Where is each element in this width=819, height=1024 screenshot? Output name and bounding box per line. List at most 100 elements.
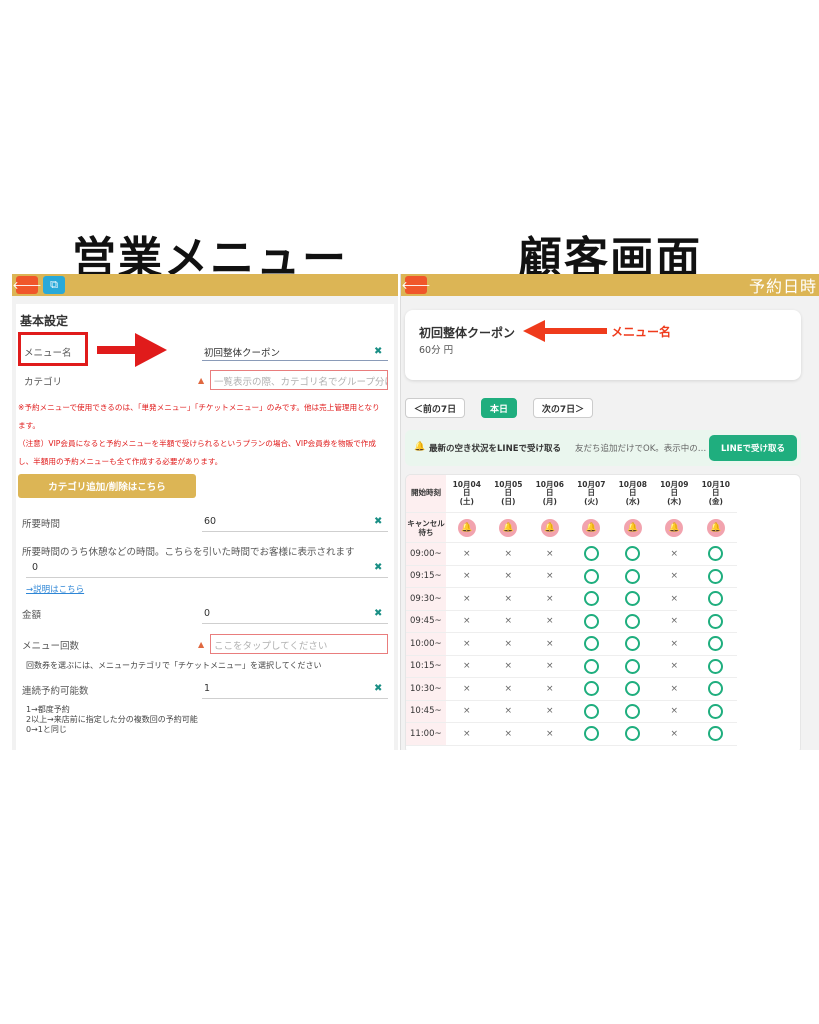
available-circle-icon [708, 591, 724, 607]
price-underline [202, 623, 388, 624]
slot-available[interactable] [570, 611, 612, 633]
explanation-link[interactable]: →説明はこちら [26, 583, 84, 595]
slot-unavailable: × [653, 701, 695, 723]
slot-available[interactable] [570, 543, 612, 566]
slot-unavailable: × [653, 566, 695, 588]
slot-available[interactable] [570, 566, 612, 588]
available-circle-icon [708, 568, 724, 584]
slot-available[interactable] [612, 723, 654, 746]
available-circle-icon [583, 726, 599, 742]
line-receive-button[interactable]: LINEで受け取る [709, 435, 797, 461]
cancel-wait-cell[interactable]: 🔔 [446, 513, 488, 543]
available-circle-icon [708, 613, 724, 629]
slot-available[interactable] [695, 701, 737, 723]
slot-available[interactable] [695, 611, 737, 633]
cancel-wait-cell[interactable]: 🔔 [529, 513, 571, 543]
consecutive-input[interactable]: 1 [204, 683, 210, 694]
slot-available[interactable] [612, 611, 654, 633]
price-label: 金額 [22, 610, 42, 621]
cancel-wait-cell[interactable]: 🔔 [570, 513, 612, 543]
back-button[interactable]: 🡐 [12, 276, 42, 294]
slot-available[interactable] [612, 701, 654, 723]
slot-unavailable: × [529, 678, 571, 701]
slot-available[interactable] [695, 543, 737, 566]
slot-available[interactable] [695, 723, 737, 746]
slot-available[interactable] [570, 723, 612, 746]
slot-available[interactable] [570, 678, 612, 701]
slot-unavailable: × [487, 701, 529, 723]
slot-unavailable: × [487, 566, 529, 588]
slot-unavailable: × [446, 701, 488, 723]
break-time-label: 所要時間のうち休憩などの時間。こちらを引いた時間でお客様に表示されます [22, 547, 355, 558]
slot-available[interactable] [695, 678, 737, 701]
available-circle-icon [625, 568, 641, 584]
available-circle-icon [583, 703, 599, 719]
slot-available[interactable] [612, 566, 654, 588]
slot-available[interactable] [612, 656, 654, 678]
slot-available[interactable] [570, 633, 612, 656]
copy-button[interactable]: ⧉ [43, 276, 65, 294]
day-header: 10月06 日 (月) [529, 475, 571, 513]
menu-count-input[interactable]: ここをタップしてください [210, 634, 388, 654]
note-line-4: し、半額用の予約メニューも全て作成する必要があります。 [18, 457, 223, 466]
slot-available[interactable] [612, 588, 654, 611]
category-input[interactable]: 一覧表示の際、カテゴリ名でグループ分け [210, 370, 388, 390]
slot-available[interactable] [695, 566, 737, 588]
cancel-wait-cell[interactable]: 🔔 [487, 513, 529, 543]
available-circle-icon [708, 681, 724, 697]
time-label: 09:00~ [406, 543, 446, 566]
note-line-2: ます。 [18, 421, 41, 430]
clear-menu-name-icon[interactable]: ✖ [374, 346, 382, 357]
section-title: 基本設定 [20, 314, 69, 328]
cancel-wait-label: キャンセル待ち [406, 513, 446, 543]
clear-consecutive-icon[interactable]: ✖ [374, 683, 382, 694]
slot-available[interactable] [570, 656, 612, 678]
cancel-wait-cell[interactable]: 🔔 [612, 513, 654, 543]
cancel-wait-cell[interactable]: 🔔 [695, 513, 737, 543]
slot-available[interactable] [695, 588, 737, 611]
clear-duration-icon[interactable]: ✖ [374, 516, 382, 527]
slot-available[interactable] [612, 543, 654, 566]
slot-available[interactable] [695, 633, 737, 656]
slot-unavailable: × [487, 633, 529, 656]
duration-input[interactable]: 60 [204, 516, 216, 527]
bell-icon: 🔔 [665, 518, 684, 537]
line-banner-sub: 友だち追加だけでOK。表示中の… [575, 444, 707, 454]
slot-unavailable: × [529, 656, 571, 678]
menu-name-input[interactable]: 初回整体クーポン [204, 345, 280, 359]
time-label: 10:15~ [406, 655, 446, 678]
available-circle-icon [583, 591, 599, 607]
available-circle-icon [583, 681, 599, 697]
menu-duration: 60分 円 [419, 345, 454, 356]
slot-unavailable: × [446, 566, 488, 588]
clear-price-icon[interactable]: ✖ [374, 608, 382, 619]
available-circle-icon [625, 726, 641, 742]
bell-icon: 🔔 [457, 518, 476, 537]
slot-unavailable: × [487, 723, 529, 746]
category-add-remove-button[interactable]: カテゴリ追加/削除はこちら [18, 474, 196, 498]
price-input[interactable]: 0 [204, 608, 210, 619]
next-week-button[interactable]: 次の7日＞ [533, 398, 593, 418]
available-circle-icon [625, 681, 641, 697]
bell-icon: 🔔 [582, 518, 601, 537]
slot-available[interactable] [570, 588, 612, 611]
slot-available[interactable] [695, 656, 737, 678]
available-circle-icon [708, 546, 724, 562]
slot-unavailable: × [529, 566, 571, 588]
back-button[interactable]: 🡐 [401, 276, 431, 294]
left-topbar: 🡐 ⧉ [12, 274, 398, 296]
prev-week-button[interactable]: ＜前の7日 [405, 398, 465, 418]
slot-unavailable: × [529, 701, 571, 723]
cancel-wait-cell[interactable]: 🔔 [653, 513, 695, 543]
duration-underline [202, 531, 388, 532]
today-button[interactable]: 本日 [481, 398, 517, 418]
break-time-underline [26, 577, 388, 578]
slot-available[interactable] [570, 701, 612, 723]
bell-icon: 🔔 [499, 518, 518, 537]
clear-break-time-icon[interactable]: ✖ [374, 562, 382, 573]
slot-available[interactable] [612, 678, 654, 701]
slot-available[interactable] [612, 633, 654, 656]
annotation-arrow-left-icon [523, 320, 607, 342]
time-label: 09:15~ [406, 565, 446, 588]
break-time-input[interactable]: 0 [32, 562, 38, 573]
